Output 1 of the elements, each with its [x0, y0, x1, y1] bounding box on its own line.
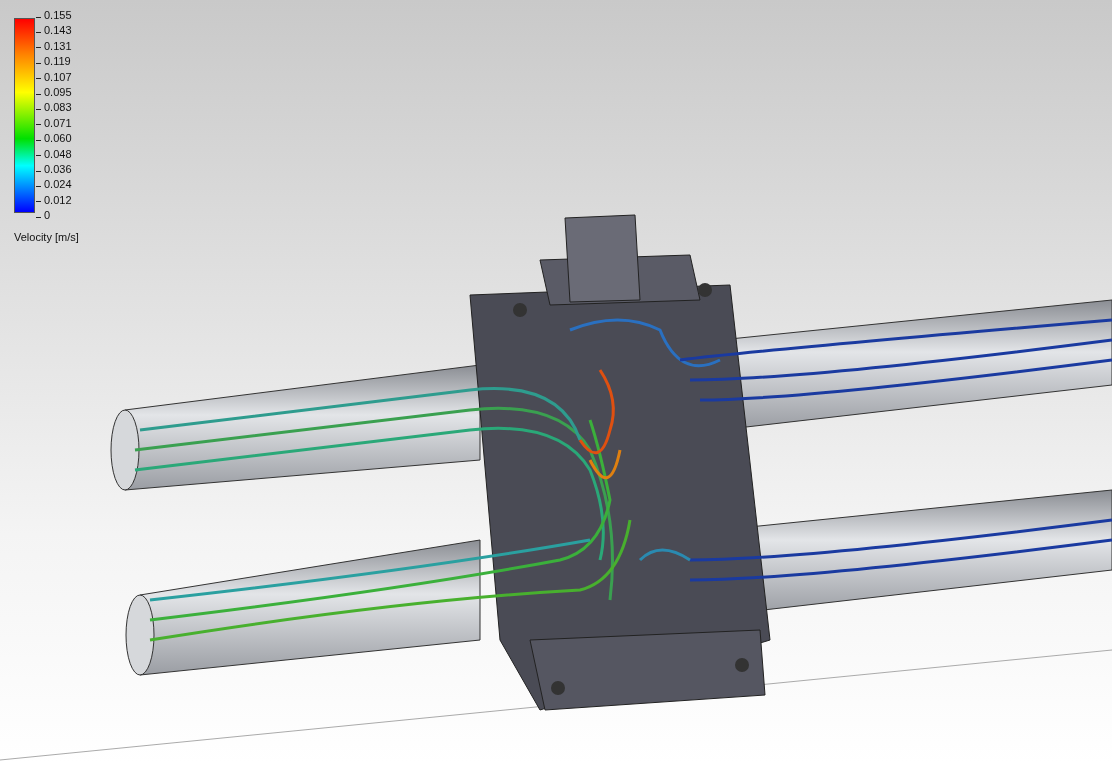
legend-title: Velocity [m/s]	[14, 231, 79, 244]
